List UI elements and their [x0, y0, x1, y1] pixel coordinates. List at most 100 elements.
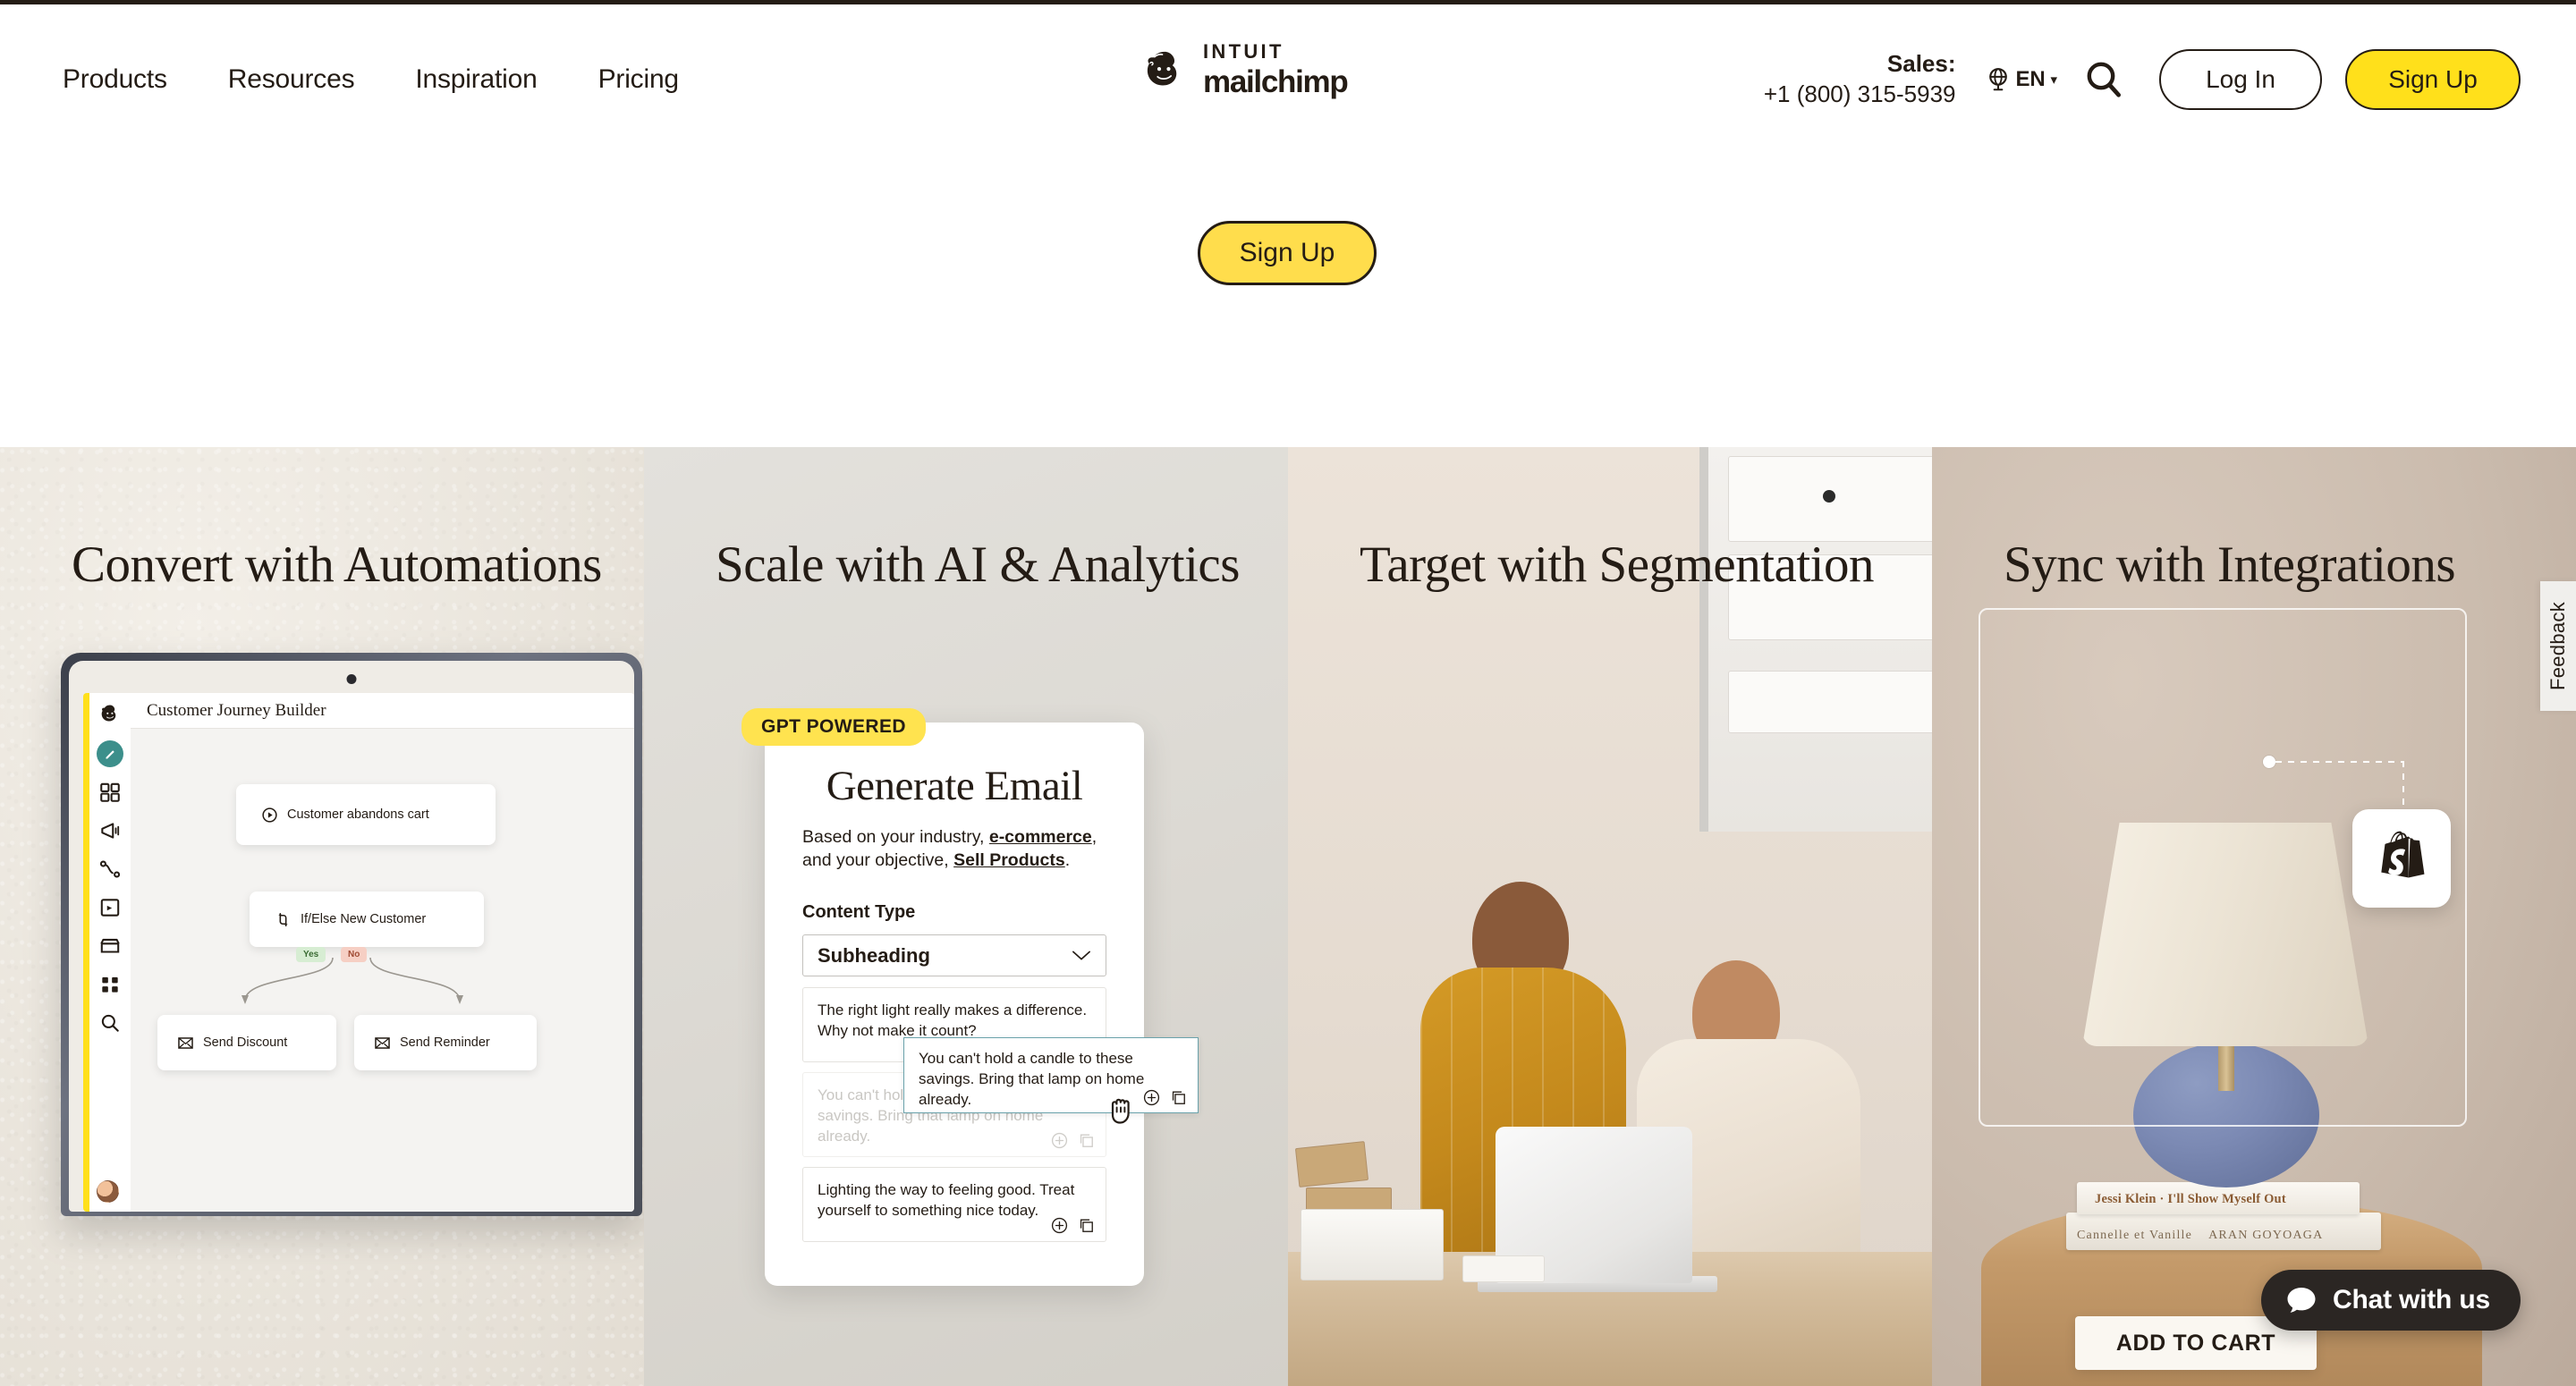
chat-with-us-button[interactable]: Chat with us: [2261, 1270, 2521, 1331]
dragged-suggestion-card[interactable]: You can't hold a candle to these savings…: [903, 1037, 1199, 1113]
mailchimp-logo[interactable]: INTUIT mailchimp: [1140, 40, 1349, 99]
sales-contact: Sales: +1 (800) 315-5939: [1764, 49, 1956, 109]
store-icon[interactable]: [98, 934, 122, 958]
mailchimp-homepage: Products Resources Inspiration Pricing I…: [0, 0, 2576, 1386]
hotspot-connector-vertical: [2402, 761, 2404, 816]
journey-node-condition-label: If/Else New Customer: [301, 912, 427, 926]
laptop-lid: Customer Journey Builder Customer abando…: [61, 653, 642, 1216]
suggestion-item[interactable]: Lighting the way to feeling good. Treat …: [802, 1166, 1106, 1242]
journey-connector-lines: [242, 957, 463, 1004]
journey-node-condition[interactable]: If/Else New Customer: [250, 892, 484, 947]
create-pencil-icon[interactable]: [97, 740, 123, 767]
copy-icon[interactable]: [1078, 1132, 1095, 1149]
panel-target-with-segmentation[interactable]: Target with Segmentation: [1288, 447, 1932, 1386]
generate-email-title: Generate Email: [826, 763, 1083, 809]
laptop-camera: [346, 674, 357, 684]
chat-with-us-label: Chat with us: [2333, 1285, 2490, 1314]
chat-bubble-icon: [2287, 1288, 2316, 1313]
plus-circle-icon[interactable]: [1143, 1089, 1160, 1106]
sales-phone-number[interactable]: +1 (800) 315-5939: [1764, 80, 1956, 109]
sales-label: Sales:: [1886, 50, 1956, 78]
language-selector[interactable]: EN ▾: [1985, 66, 2057, 93]
envelope-icon: [178, 1036, 193, 1049]
grab-hand-cursor-icon: [1111, 1098, 1130, 1124]
content-type-label: Content Type: [802, 902, 916, 923]
suggestion-text: The right light really makes a differenc…: [818, 1001, 1088, 1040]
panel-title-ai-analytics: Scale with AI & Analytics: [716, 537, 1240, 593]
logo-wordmark: INTUIT mailchimp: [1203, 40, 1349, 99]
plus-circle-icon[interactable]: [1051, 1217, 1068, 1234]
content-type-select[interactable]: Subheading: [802, 934, 1106, 977]
nav-item-inspiration[interactable]: Inspiration: [415, 55, 537, 104]
app-main-area: Customer Journey Builder Customer abando…: [131, 693, 634, 1212]
photo-desk-tray: [1462, 1255, 1545, 1282]
logo-intuit-text: INTUIT: [1203, 40, 1284, 63]
journey-node-trigger[interactable]: Customer abandons cart: [236, 784, 496, 845]
book-bottom-right-title: ARAN GOYOAGA: [2208, 1229, 2324, 1242]
hotspot-connector-horizontal: [2275, 761, 2404, 763]
suggestion-actions: [1051, 1132, 1095, 1149]
industry-link[interactable]: e-commerce: [989, 827, 1092, 847]
site-header: Products Resources Inspiration Pricing I…: [0, 4, 2576, 154]
panel-convert-with-automations[interactable]: Convert with Automations Customer Journe…: [0, 447, 644, 1386]
app-sidebar: [89, 693, 131, 1212]
language-code: EN: [2015, 66, 2046, 91]
login-button[interactable]: Log In: [2159, 48, 2322, 110]
megaphone-icon[interactable]: [98, 819, 122, 842]
book-bottom-left-title: Cannelle et Vanille: [2077, 1229, 2193, 1242]
nav-item-resources[interactable]: Resources: [228, 55, 355, 104]
journey-node-send-discount[interactable]: Send Discount: [157, 1015, 336, 1070]
chevron-down-icon: ▾: [2050, 72, 2057, 88]
journey-path-icon[interactable]: [98, 858, 122, 881]
shopify-bag-icon: [2381, 831, 2425, 878]
journey-canvas[interactable]: Customer abandons cart If/Else New Custo…: [131, 729, 634, 1212]
photo-shelf-box: [1728, 671, 1932, 733]
objective-link[interactable]: Sell Products: [953, 850, 1065, 870]
panel-title-automations: Convert with Automations: [72, 537, 602, 593]
app-title: Customer Journey Builder: [147, 700, 326, 720]
search-icon[interactable]: [2082, 58, 2125, 101]
sidebar-search-icon[interactable]: [98, 1011, 122, 1035]
app-accent-edge: [83, 693, 89, 1212]
mailchimp-freddie-icon[interactable]: [98, 702, 122, 725]
shopify-integration-badge[interactable]: [2352, 809, 2451, 908]
branch-icon: [278, 912, 288, 926]
panel-title-integrations: Sync with Integrations: [2004, 537, 2456, 593]
suggestion-actions: [1051, 1217, 1095, 1234]
copy-icon[interactable]: [1170, 1089, 1187, 1106]
laptop-mockup: Customer Journey Builder Customer abando…: [61, 653, 644, 1341]
signup-button-header[interactable]: Sign Up: [2345, 48, 2521, 110]
book-bottom-title: Cannelle et Vanille ARAN GOYOAGA: [2077, 1229, 2372, 1243]
panel-title-segmentation: Target with Segmentation: [1360, 537, 1875, 593]
header-right-controls: Sales: +1 (800) 315-5939 EN ▾ Log In Sig…: [1764, 4, 2521, 154]
logo-mailchimp-text: mailchimp: [1203, 64, 1349, 99]
nav-item-products[interactable]: Products: [63, 55, 167, 104]
apps-grid-icon[interactable]: [98, 781, 122, 804]
globe-icon: [1988, 67, 2007, 90]
envelope-icon: [375, 1036, 390, 1049]
play-circle-icon: [262, 807, 277, 823]
feedback-tab[interactable]: Feedback: [2540, 581, 2576, 711]
feature-panels: Convert with Automations Customer Journe…: [0, 447, 2576, 1386]
nav-item-pricing[interactable]: Pricing: [598, 55, 680, 104]
journey-node-trigger-label: Customer abandons cart: [287, 807, 429, 822]
photo-box: [1294, 1141, 1369, 1187]
app-titlebar: Customer Journey Builder: [131, 693, 634, 729]
photo-shelving-unit: [1699, 447, 1932, 832]
book-top-title: Jessi Klein · I'll Show Myself Out: [2095, 1192, 2286, 1206]
signup-button-hero[interactable]: Sign Up: [1198, 221, 1377, 285]
laptop-bezel: Customer Journey Builder Customer abando…: [69, 661, 634, 1212]
product-hotspot-dot[interactable]: [2263, 756, 2275, 768]
plus-circle-icon[interactable]: [1051, 1132, 1068, 1149]
panel-sync-with-integrations[interactable]: Jessi Klein · I'll Show Myself Out Canne…: [1932, 447, 2576, 1386]
content-type-value: Subheading: [818, 943, 930, 967]
chevron-down-icon: [1072, 951, 1090, 960]
user-avatar[interactable]: [97, 1180, 119, 1203]
journey-node-send-reminder[interactable]: Send Reminder: [354, 1015, 537, 1070]
landing-page-icon[interactable]: [98, 896, 122, 919]
photo-desk-organizer: [1301, 1209, 1444, 1280]
grid-icon[interactable]: [98, 973, 122, 996]
journey-builder-screen: Customer Journey Builder Customer abando…: [83, 693, 634, 1212]
copy-icon[interactable]: [1078, 1217, 1095, 1234]
journey-node-send-reminder-label: Send Reminder: [400, 1035, 490, 1050]
